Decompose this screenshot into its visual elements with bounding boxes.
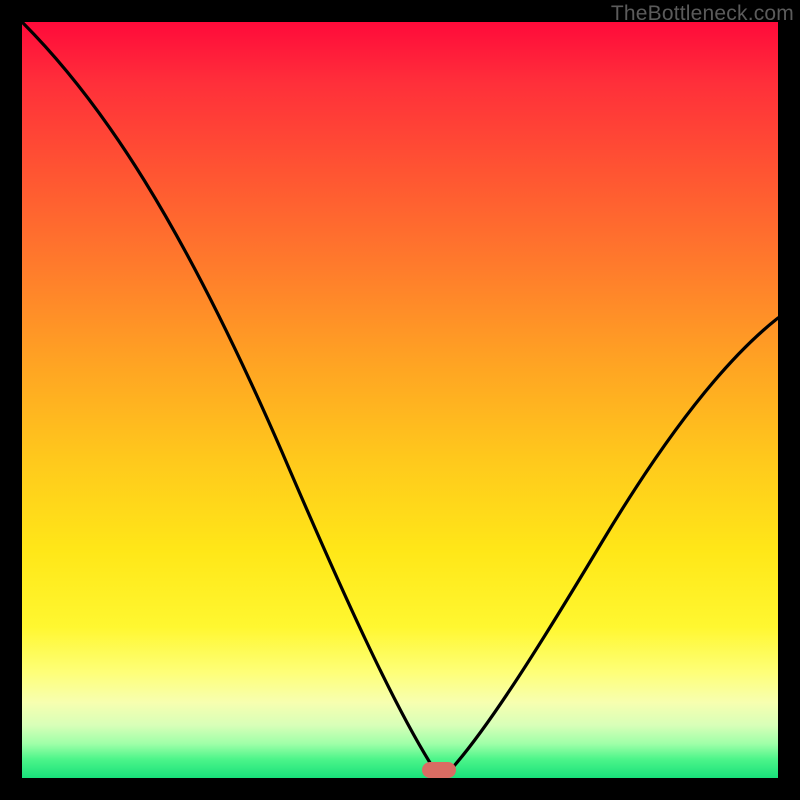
bottleneck-curve [22, 22, 778, 778]
watermark-text: TheBottleneck.com [611, 2, 794, 26]
chart-frame: TheBottleneck.com [0, 0, 800, 800]
chart-plot-area [22, 22, 778, 778]
curve-path [22, 22, 778, 772]
optimal-marker [422, 762, 456, 778]
